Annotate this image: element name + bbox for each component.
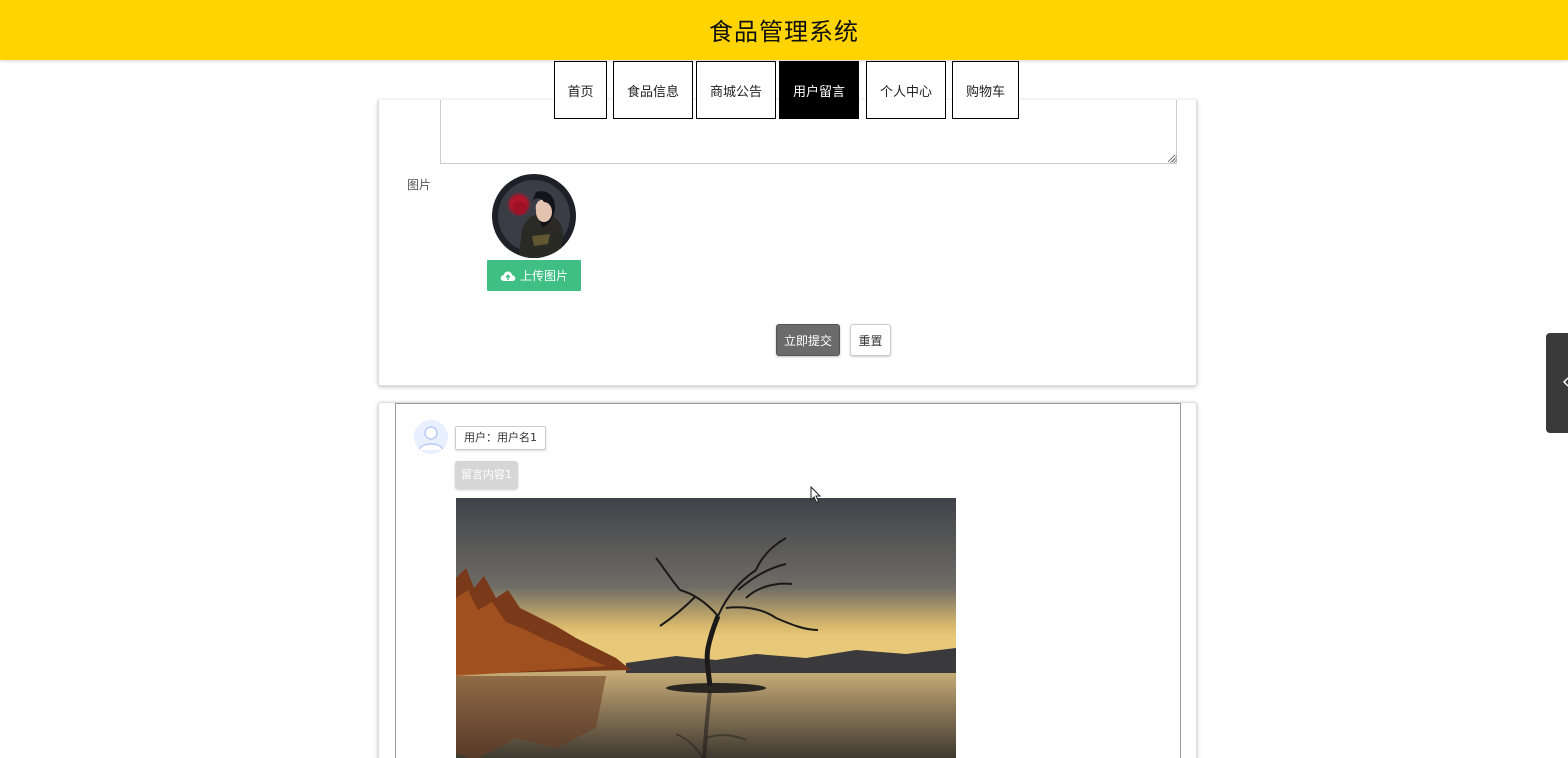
cloud-upload-icon xyxy=(500,270,516,281)
nav-item-label: 购物车 xyxy=(965,84,1005,100)
user-avatar-icon xyxy=(414,420,448,454)
content-label-cropped xyxy=(407,114,427,120)
upload-button-label: 上传图片 xyxy=(519,269,568,283)
nav-item-announcements[interactable]: 商城公告 xyxy=(696,61,776,119)
submit-button[interactable]: 立即提交 xyxy=(776,324,840,356)
comment-item: 用户：用户名1 留言内容1 xyxy=(395,403,1181,758)
chevron-left-icon xyxy=(1563,377,1568,387)
upload-image-button[interactable]: 上传图片 xyxy=(487,260,581,291)
uploaded-image-preview xyxy=(492,174,576,258)
nav-item-label: 食品信息 xyxy=(626,84,679,100)
nav-item-personal-center[interactable]: 个人中心 xyxy=(866,61,946,119)
nav-item-label: 首页 xyxy=(567,84,594,100)
nav-item-label: 商城公告 xyxy=(709,84,762,100)
side-panel-toggle[interactable] xyxy=(1546,333,1568,433)
comment-username: 用户：用户名1 xyxy=(455,426,546,450)
nav-item-label: 个人中心 xyxy=(879,84,932,100)
main-nav: 首页 食品信息 商城公告 用户留言 个人中心 购物车 xyxy=(554,61,1019,119)
nav-item-messages[interactable]: 用户留言 xyxy=(779,61,859,119)
message-form: 图片 上传图片 立即提交 重置 xyxy=(378,100,1197,386)
site-title: 食品管理系统 xyxy=(709,18,859,46)
textarea-resize-handle[interactable] xyxy=(1170,156,1177,163)
comment-content: 留言内容1 xyxy=(455,461,518,489)
nav-item-home[interactable]: 首页 xyxy=(554,61,607,119)
comment-card: 用户：用户名1 留言内容1 xyxy=(378,402,1197,758)
portrait-image xyxy=(513,191,562,258)
nav-item-cart[interactable]: 购物车 xyxy=(952,61,1019,119)
nav-item-label: 用户留言 xyxy=(792,84,845,100)
reset-button[interactable]: 重置 xyxy=(850,324,891,356)
nav-item-food-info[interactable]: 食品信息 xyxy=(613,61,693,119)
page: 食品管理系统 首页 食品信息 商城公告 用户留言 个人中心 购物车 图片 上传图… xyxy=(0,0,1568,758)
mouse-cursor-icon xyxy=(810,486,822,504)
image-label: 图片 xyxy=(407,178,432,192)
comment-image xyxy=(456,498,956,758)
default-user-icon xyxy=(414,420,448,454)
lake-tree-photo xyxy=(456,498,956,758)
site-header: 食品管理系统 xyxy=(0,0,1568,60)
